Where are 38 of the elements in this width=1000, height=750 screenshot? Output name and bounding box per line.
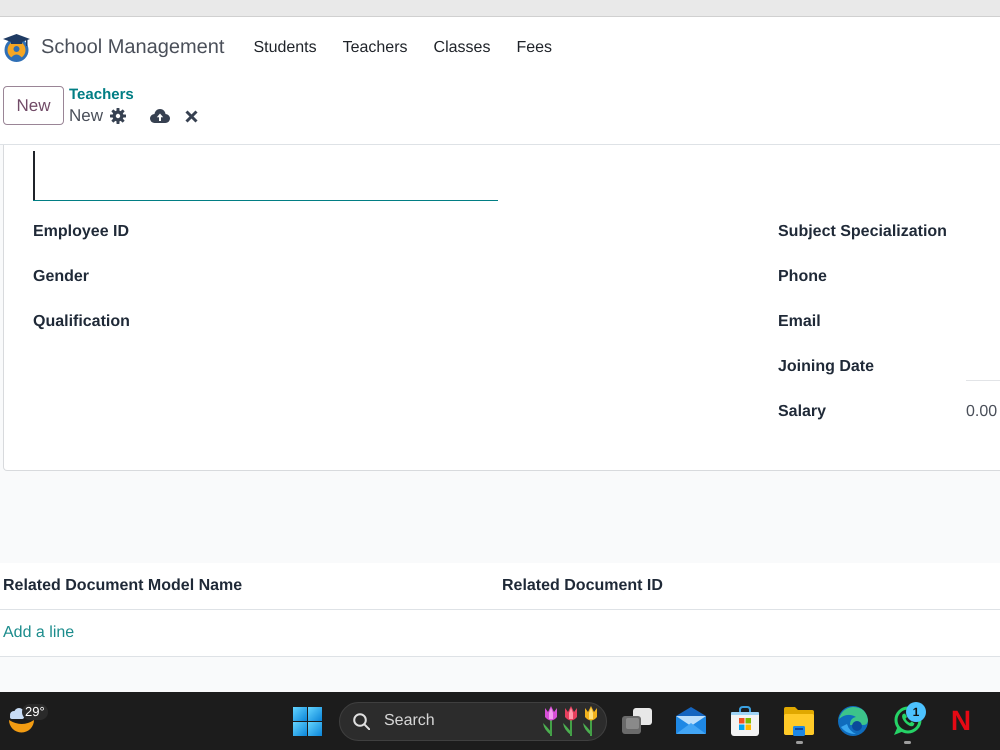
temperature-text[interactable]: 29°	[22, 704, 48, 720]
close-icon[interactable]	[185, 110, 198, 122]
app-title[interactable]: School Management	[41, 36, 224, 59]
field-label: Qualification	[33, 312, 130, 330]
search-icon	[353, 712, 370, 730]
field-label: Subject Specialization	[778, 222, 947, 240]
field-label: Employee ID	[33, 222, 130, 240]
cloud-upload-icon[interactable]	[150, 109, 170, 123]
graduation-cap-icon	[2, 34, 31, 62]
search-button[interactable]: Search	[339, 702, 607, 740]
chat-phone-icon[interactable]	[892, 706, 922, 736]
field-label: Salary	[778, 402, 826, 420]
add-line-link[interactable]: Add a line	[3, 624, 74, 642]
field-label: Gender	[33, 268, 90, 286]
menu-item[interactable]: Classes	[434, 38, 490, 56]
app-letter-icon[interactable]: N	[950, 706, 972, 736]
salary-value[interactable]: 0.00	[966, 402, 998, 420]
window-panes-icon[interactable]	[293, 706, 322, 736]
column-header[interactable]: Related Document ID	[502, 577, 663, 595]
menu-item[interactable]: Teachers	[342, 38, 408, 56]
breadcrumb-link[interactable]: Teachers	[69, 86, 134, 104]
field-label: Email	[778, 312, 821, 330]
swirl-icon[interactable]	[838, 706, 868, 736]
menu-item[interactable]: Fees	[516, 38, 552, 56]
field-label: Joining Date	[778, 358, 874, 376]
tulips-icon	[542, 705, 600, 737]
menu-item[interactable]: Students	[253, 38, 317, 56]
name-input-field[interactable]	[33, 148, 498, 201]
settings-icon[interactable]	[110, 108, 126, 124]
folder-icon[interactable]	[784, 706, 814, 736]
column-header[interactable]: Related Document Model Name	[3, 577, 242, 595]
new-button[interactable]: New	[3, 86, 64, 125]
task-view-icon[interactable]	[622, 706, 652, 736]
breadcrumb-current: New	[69, 106, 104, 126]
notification-badge: 1	[906, 702, 926, 722]
shopping-bag-icon[interactable]	[730, 706, 760, 736]
envelope-icon[interactable]	[676, 706, 706, 736]
field-label: Phone	[778, 268, 827, 286]
